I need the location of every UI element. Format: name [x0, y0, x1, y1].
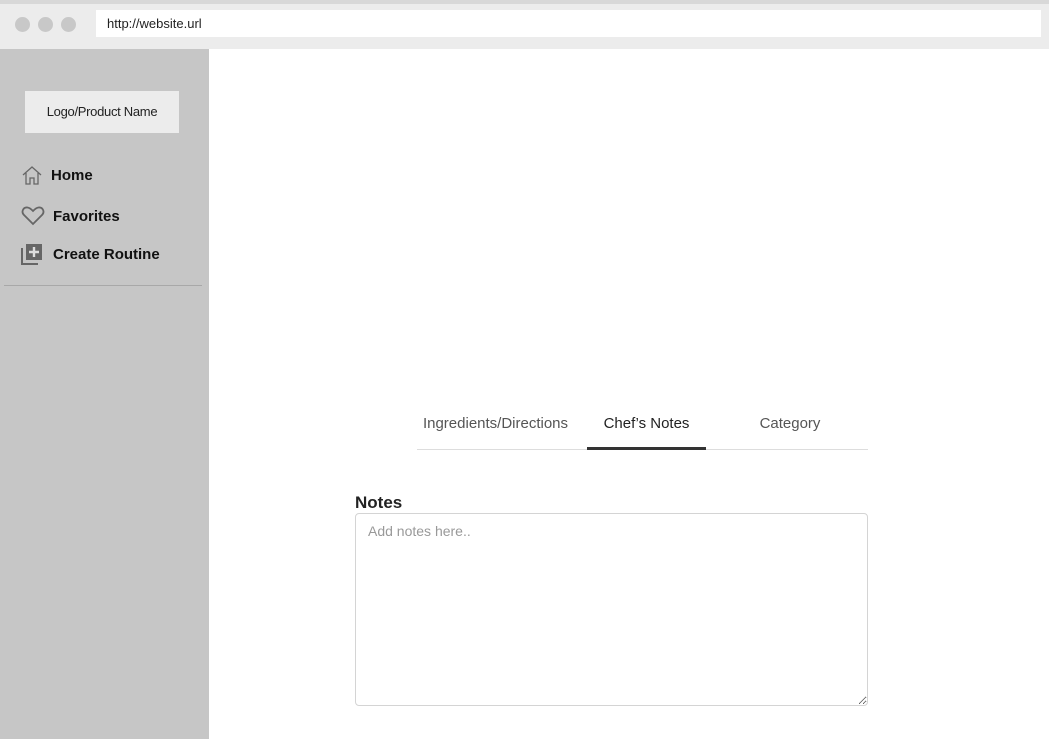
sidebar-divider [4, 285, 202, 286]
sidebar-item-label: Favorites [53, 207, 120, 225]
notes-textarea[interactable] [355, 513, 868, 706]
notes-label: Notes [355, 493, 403, 512]
sidebar-item-label: Create Routine [53, 245, 160, 263]
sidebar-item-create-routine[interactable]: Create Routine [21, 243, 160, 265]
sidebar-item-label: Home [51, 166, 93, 184]
heart-icon [21, 206, 45, 226]
tab-category[interactable]: Category [727, 405, 853, 450]
browser-bar: http://website.url [0, 0, 1049, 49]
home-icon [22, 166, 42, 185]
window-maximize-dot[interactable] [61, 17, 76, 32]
logo[interactable]: Logo/Product Name [25, 91, 179, 133]
sidebar-item-favorites[interactable]: Favorites [21, 206, 120, 226]
window-minimize-dot[interactable] [38, 17, 53, 32]
window-close-dot[interactable] [15, 17, 30, 32]
tab-bar: Ingredients/Directions Chef’s Notes Cate… [417, 405, 868, 450]
sidebar-item-home[interactable]: Home [21, 165, 93, 185]
tab-ingredients-directions[interactable]: Ingredients/Directions [417, 405, 574, 450]
address-bar[interactable]: http://website.url [96, 10, 1041, 37]
sidebar: Logo/Product Name Home Favorites Create … [0, 49, 209, 739]
tab-chefs-notes[interactable]: Chef’s Notes [587, 405, 706, 450]
add-library-icon [21, 244, 42, 265]
